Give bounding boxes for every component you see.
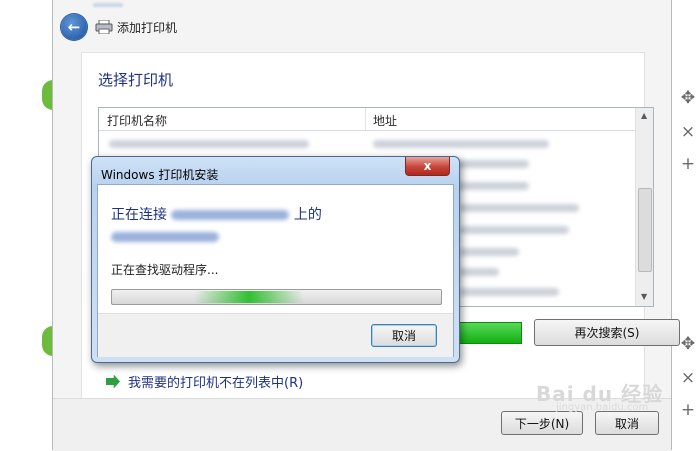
status-text: 正在查找驱动程序... <box>111 263 219 277</box>
blurred-printer-name <box>109 140 309 148</box>
column-header-address[interactable]: 地址 <box>373 112 397 129</box>
close-icon[interactable]: × <box>676 122 700 154</box>
next-button[interactable]: 下一步(N) <box>501 411 583 435</box>
scroll-up-icon[interactable]: ▲ <box>641 111 647 120</box>
scroll-down-icon[interactable]: ▼ <box>641 292 647 301</box>
green-arrow-icon <box>106 374 120 389</box>
blurred-printer-address <box>459 268 499 276</box>
progress-bar <box>111 289 442 305</box>
cancel-button[interactable]: 取消 <box>595 411 659 435</box>
dialog-close-button[interactable]: x <box>405 157 450 176</box>
blurred-printer-address <box>459 248 519 256</box>
printer-not-listed-link[interactable]: 我需要的打印机不在列表中(R) <box>106 372 303 391</box>
search-again-button[interactable]: 再次搜索(S) <box>534 319 680 346</box>
printer-install-dialog: Windows 打印机安装 x 正在连接 上的 正在查找驱动程序... 取消 <box>91 156 460 363</box>
progress-marquee <box>194 291 304 303</box>
list-scrollbar[interactable]: ▲ ▼ <box>635 108 653 306</box>
blurred-printer-address <box>373 140 549 148</box>
close-icon[interactable]: × <box>676 368 700 400</box>
blurred-printer-address <box>459 226 569 234</box>
blurred-printer-address <box>459 288 559 296</box>
list-header: 打印机名称 地址 <box>99 108 635 131</box>
printer-icon <box>95 20 113 34</box>
add-icon[interactable]: + <box>676 154 700 174</box>
wizard-header: ← 添加打印机 <box>53 0 671 50</box>
watermark-url: jingyan.baidu.com <box>556 402 649 413</box>
dialog-title: Windows 打印机安装 <box>101 168 219 182</box>
wizard-title: 添加打印机 <box>117 21 178 35</box>
not-listed-label[interactable]: 我需要的打印机不在列表中(R) <box>128 372 303 391</box>
side-tools-top: ✥ × + <box>676 88 700 174</box>
connecting-prefix: 正在连接 <box>111 207 167 223</box>
scroll-thumb[interactable] <box>638 188 652 272</box>
blurred-caption <box>93 3 123 7</box>
add-icon[interactable]: + <box>676 400 700 420</box>
blurred-printer-address <box>449 182 529 190</box>
dialog-content: 正在连接 上的 正在查找驱动程序... 取消 <box>97 184 454 357</box>
dialog-cancel-button[interactable]: 取消 <box>371 324 437 347</box>
column-separator <box>365 108 366 130</box>
blurred-server-name <box>171 210 290 220</box>
move-icon[interactable]: ✥ <box>676 88 700 122</box>
back-arrow-icon[interactable]: ← <box>61 14 87 40</box>
side-tools-bottom: ✥ × + <box>676 334 700 420</box>
connecting-message: 正在连接 上的 <box>111 204 322 248</box>
blurred-printer-address <box>459 204 579 212</box>
blurred-printer-name <box>111 232 219 242</box>
connecting-suffix: 上的 <box>293 207 322 223</box>
page-heading: 选择打印机 <box>98 71 174 89</box>
column-header-name[interactable]: 打印机名称 <box>107 112 167 129</box>
dialog-footer: 取消 <box>98 313 453 357</box>
